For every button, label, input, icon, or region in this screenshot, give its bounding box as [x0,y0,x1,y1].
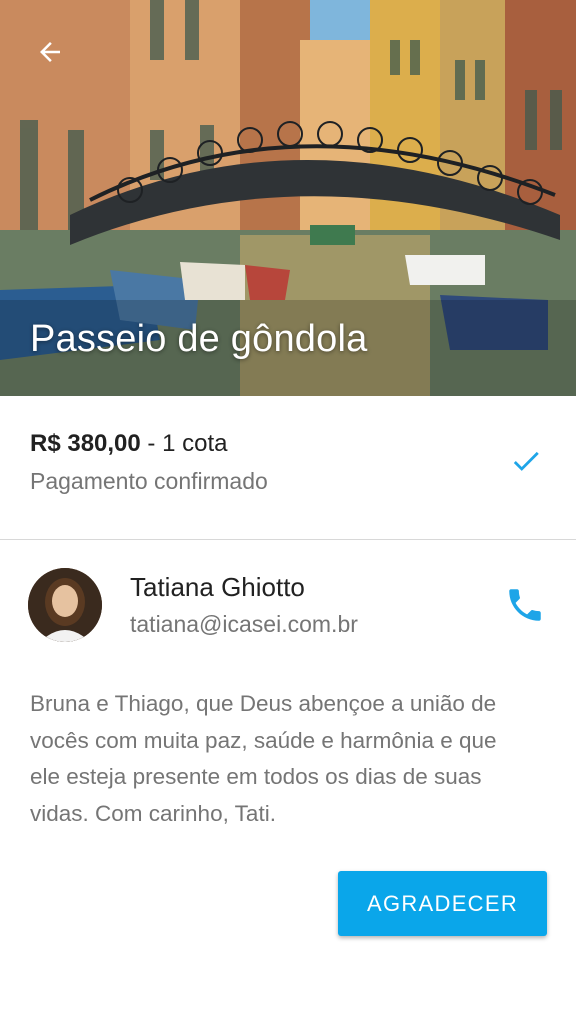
gift-message: Bruna e Thiago, que Deus abençoe a união… [30,686,560,832]
back-button[interactable] [26,30,74,74]
price-separator: - [140,430,163,457]
hero-image: Passeio de gôndola [0,0,576,396]
page-title: Passeio de gôndola [30,318,368,360]
avatar-photo [28,568,102,642]
check-icon [513,451,539,471]
phone-icon [509,589,541,621]
price-amount: R$ 380,00 [30,430,141,457]
quota-count: 1 cota [162,430,228,457]
avatar [28,568,102,642]
payment-status: Pagamento confirmado [30,468,268,494]
thank-button[interactable]: AGRADECER [338,871,547,936]
arrow-left-icon [40,42,60,62]
call-button[interactable] [504,584,546,626]
message-line: ele esteja presente em todos os dias de … [30,764,482,789]
message-line: vocês com muita paz, saúde e harmônia e … [30,727,497,753]
giver-email: tatiana@icasei.com.br [130,611,358,637]
giver-name: Tatiana Ghiotto [130,572,305,602]
price-line: R$ 380,00 - 1 cota [30,430,227,458]
message-line: vidas. Com carinho, Tati. [30,800,276,826]
message-line: Bruna e Thiago, que Deus abençoe a união… [30,691,497,716]
